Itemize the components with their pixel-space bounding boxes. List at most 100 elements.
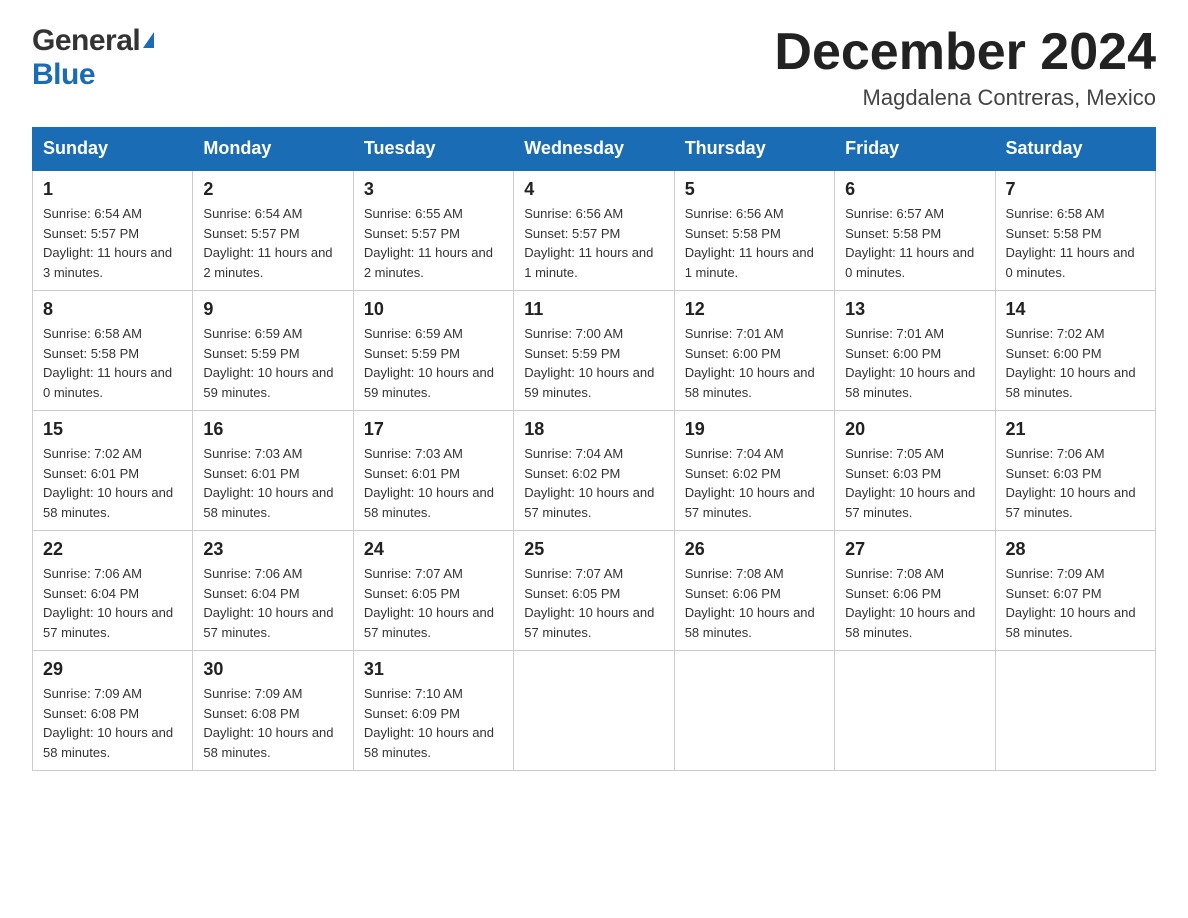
day-info: Sunrise: 7:06 AMSunset: 6:04 PMDaylight:… — [43, 564, 182, 642]
day-info: Sunrise: 7:02 AMSunset: 6:00 PMDaylight:… — [1006, 324, 1145, 402]
day-number: 10 — [364, 299, 503, 320]
day-number: 8 — [43, 299, 182, 320]
day-number: 21 — [1006, 419, 1145, 440]
day-number: 7 — [1006, 179, 1145, 200]
day-cell — [514, 651, 674, 771]
week-row-5: 29 Sunrise: 7:09 AMSunset: 6:08 PMDayligh… — [33, 651, 1156, 771]
logo-blue-text: Blue — [32, 58, 95, 91]
day-info: Sunrise: 6:54 AMSunset: 5:57 PMDaylight:… — [203, 204, 342, 282]
day-cell: 11Sunrise: 7:00 AMSunset: 5:59 PMDayligh… — [514, 291, 674, 411]
day-info: Sunrise: 6:58 AMSunset: 5:58 PMDaylight:… — [43, 324, 182, 402]
day-number: 17 — [364, 419, 503, 440]
day-info: Sunrise: 7:00 AMSunset: 5:59 PMDaylight:… — [524, 324, 663, 402]
header-row: SundayMondayTuesdayWednesdayThursdayFrid… — [33, 128, 1156, 171]
day-number: 5 — [685, 179, 824, 200]
day-number: 2 — [203, 179, 342, 200]
header-cell-thursday: Thursday — [674, 128, 834, 171]
header-cell-sunday: Sunday — [33, 128, 193, 171]
day-info: Sunrise: 7:10 AMSunset: 6:09 PMDaylight:… — [364, 684, 503, 762]
day-number: 16 — [203, 419, 342, 440]
day-number: 29 — [43, 659, 182, 680]
day-number: 24 — [364, 539, 503, 560]
day-cell: 27 Sunrise: 7:08 AMSunset: 6:06 PMDayligh… — [835, 531, 995, 651]
day-info: Sunrise: 7:03 AMSunset: 6:01 PMDaylight:… — [203, 444, 342, 522]
day-cell: 31Sunrise: 7:10 AMSunset: 6:09 PMDayligh… — [353, 651, 513, 771]
day-cell: 21 Sunrise: 7:06 AMSunset: 6:03 PMDayligh… — [995, 411, 1155, 531]
calendar-header: SundayMondayTuesdayWednesdayThursdayFrid… — [33, 128, 1156, 171]
day-number: 4 — [524, 179, 663, 200]
week-row-4: 22 Sunrise: 7:06 AMSunset: 6:04 PMDayligh… — [33, 531, 1156, 651]
day-cell: 17Sunrise: 7:03 AMSunset: 6:01 PMDayligh… — [353, 411, 513, 531]
header-cell-friday: Friday — [835, 128, 995, 171]
day-info: Sunrise: 6:58 AMSunset: 5:58 PMDaylight:… — [1006, 204, 1145, 282]
day-cell: 9 Sunrise: 6:59 AMSunset: 5:59 PMDaylight… — [193, 291, 353, 411]
title-block: December 2024 Magdalena Contreras, Mexic… — [774, 24, 1156, 111]
week-row-2: 8 Sunrise: 6:58 AMSunset: 5:58 PMDaylight… — [33, 291, 1156, 411]
day-cell: 30 Sunrise: 7:09 AMSunset: 6:08 PMDayligh… — [193, 651, 353, 771]
day-number: 1 — [43, 179, 182, 200]
day-number: 18 — [524, 419, 663, 440]
day-info: Sunrise: 6:56 AMSunset: 5:58 PMDaylight:… — [685, 204, 824, 282]
day-cell: 12Sunrise: 7:01 AMSunset: 6:00 PMDayligh… — [674, 291, 834, 411]
week-row-1: 1 Sunrise: 6:54 AMSunset: 5:57 PMDaylight… — [33, 170, 1156, 291]
day-cell: 29 Sunrise: 7:09 AMSunset: 6:08 PMDayligh… — [33, 651, 193, 771]
week-row-3: 15 Sunrise: 7:02 AMSunset: 6:01 PMDayligh… — [33, 411, 1156, 531]
calendar-body: 1 Sunrise: 6:54 AMSunset: 5:57 PMDaylight… — [33, 170, 1156, 771]
day-cell: 26 Sunrise: 7:08 AMSunset: 6:06 PMDayligh… — [674, 531, 834, 651]
day-number: 20 — [845, 419, 984, 440]
day-number: 25 — [524, 539, 663, 560]
day-info: Sunrise: 6:59 AMSunset: 5:59 PMDaylight:… — [203, 324, 342, 402]
day-info: Sunrise: 7:09 AMSunset: 6:08 PMDaylight:… — [203, 684, 342, 762]
header-cell-wednesday: Wednesday — [514, 128, 674, 171]
day-info: Sunrise: 7:04 AMSunset: 6:02 PMDaylight:… — [524, 444, 663, 522]
day-info: Sunrise: 7:01 AMSunset: 6:00 PMDaylight:… — [685, 324, 824, 402]
day-cell — [674, 651, 834, 771]
day-cell: 19Sunrise: 7:04 AMSunset: 6:02 PMDayligh… — [674, 411, 834, 531]
day-info: Sunrise: 7:06 AMSunset: 6:03 PMDaylight:… — [1006, 444, 1145, 522]
day-info: Sunrise: 7:08 AMSunset: 6:06 PMDaylight:… — [685, 564, 824, 642]
day-number: 27 — [845, 539, 984, 560]
day-number: 23 — [203, 539, 342, 560]
day-cell: 24 Sunrise: 7:07 AMSunset: 6:05 PMDayligh… — [353, 531, 513, 651]
day-number: 22 — [43, 539, 182, 560]
day-info: Sunrise: 7:07 AMSunset: 6:05 PMDaylight:… — [364, 564, 503, 642]
day-cell: 14 Sunrise: 7:02 AMSunset: 6:00 PMDayligh… — [995, 291, 1155, 411]
day-info: Sunrise: 6:59 AMSunset: 5:59 PMDaylight:… — [364, 324, 503, 402]
header-cell-saturday: Saturday — [995, 128, 1155, 171]
day-cell: 25 Sunrise: 7:07 AMSunset: 6:05 PMDayligh… — [514, 531, 674, 651]
header-cell-monday: Monday — [193, 128, 353, 171]
day-number: 15 — [43, 419, 182, 440]
day-number: 6 — [845, 179, 984, 200]
day-info: Sunrise: 6:54 AMSunset: 5:57 PMDaylight:… — [43, 204, 182, 282]
page-header: General Blue December 2024 Magdalena Con… — [32, 24, 1156, 111]
day-cell: 23 Sunrise: 7:06 AMSunset: 6:04 PMDayligh… — [193, 531, 353, 651]
day-info: Sunrise: 7:08 AMSunset: 6:06 PMDaylight:… — [845, 564, 984, 642]
day-number: 28 — [1006, 539, 1145, 560]
day-info: Sunrise: 6:55 AMSunset: 5:57 PMDaylight:… — [364, 204, 503, 282]
day-info: Sunrise: 7:07 AMSunset: 6:05 PMDaylight:… — [524, 564, 663, 642]
day-cell — [835, 651, 995, 771]
day-number: 26 — [685, 539, 824, 560]
logo-triangle-icon — [143, 32, 154, 48]
day-cell: 10 Sunrise: 6:59 AMSunset: 5:59 PMDayligh… — [353, 291, 513, 411]
day-cell: 20 Sunrise: 7:05 AMSunset: 6:03 PMDayligh… — [835, 411, 995, 531]
day-cell: 2 Sunrise: 6:54 AMSunset: 5:57 PMDaylight… — [193, 170, 353, 291]
day-cell: 13Sunrise: 7:01 AMSunset: 6:00 PMDayligh… — [835, 291, 995, 411]
day-number: 9 — [203, 299, 342, 320]
day-number: 30 — [203, 659, 342, 680]
day-info: Sunrise: 7:05 AMSunset: 6:03 PMDaylight:… — [845, 444, 984, 522]
day-cell: 5 Sunrise: 6:56 AMSunset: 5:58 PMDaylight… — [674, 170, 834, 291]
day-info: Sunrise: 6:57 AMSunset: 5:58 PMDaylight:… — [845, 204, 984, 282]
day-cell: 7 Sunrise: 6:58 AMSunset: 5:58 PMDaylight… — [995, 170, 1155, 291]
day-info: Sunrise: 7:02 AMSunset: 6:01 PMDaylight:… — [43, 444, 182, 522]
logo: General Blue — [32, 24, 154, 92]
calendar-title: December 2024 — [774, 24, 1156, 81]
day-number: 19 — [685, 419, 824, 440]
day-cell: 15 Sunrise: 7:02 AMSunset: 6:01 PMDayligh… — [33, 411, 193, 531]
day-cell: 18 Sunrise: 7:04 AMSunset: 6:02 PMDayligh… — [514, 411, 674, 531]
day-info: Sunrise: 7:01 AMSunset: 6:00 PMDaylight:… — [845, 324, 984, 402]
day-info: Sunrise: 7:09 AMSunset: 6:08 PMDaylight:… — [43, 684, 182, 762]
day-cell: 16 Sunrise: 7:03 AMSunset: 6:01 PMDayligh… — [193, 411, 353, 531]
day-info: Sunrise: 7:06 AMSunset: 6:04 PMDaylight:… — [203, 564, 342, 642]
day-number: 14 — [1006, 299, 1145, 320]
